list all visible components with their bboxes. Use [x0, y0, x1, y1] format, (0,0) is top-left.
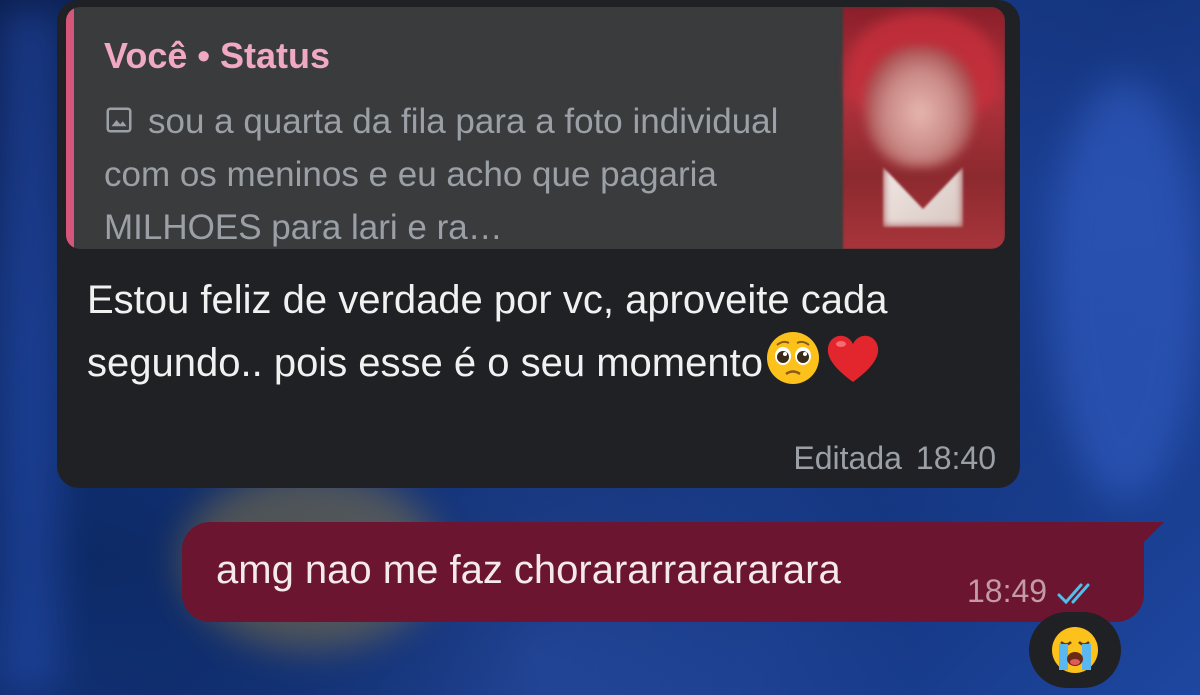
incoming-message-text-block: Estou feliz de verdade por vc, aproveite… — [87, 270, 987, 393]
pleading-face-emoji — [766, 332, 819, 384]
incoming-message-meta: Editada 18:40 — [793, 440, 996, 477]
message-reaction[interactable] — [1029, 612, 1121, 688]
edited-label: Editada — [793, 440, 902, 476]
status-thumbnail[interactable] — [843, 7, 1005, 249]
thumbnail-blur-face — [865, 47, 975, 167]
quote-accent-bar — [66, 7, 74, 249]
quoted-status-reply[interactable]: Você • Status sou a quarta da fila para … — [66, 7, 1005, 249]
quote-text: sou a quarta da fila para a foto individ… — [104, 102, 779, 247]
incoming-message-time: 18:40 — [915, 440, 996, 476]
quote-author: Você • Status — [104, 35, 331, 76]
quote-text-block: sou a quarta da fila para a foto individ… — [104, 95, 834, 249]
outgoing-message-text: amg nao me faz chorararrarararara — [216, 548, 841, 592]
thumbnail-blur-collar — [883, 167, 963, 227]
double-check-read-icon — [1057, 583, 1090, 605]
loudly-crying-face-emoji — [1052, 627, 1098, 673]
outgoing-message-bubble[interactable]: amg nao me faz chorararrarararara 18:49 — [182, 522, 1144, 622]
outgoing-message-time: 18:49 — [967, 573, 1048, 609]
image-icon — [106, 107, 132, 133]
red-heart-emoji — [827, 335, 879, 382]
outgoing-message-meta: 18:49 — [967, 573, 1103, 610]
incoming-message-bubble[interactable]: Você • Status sou a quarta da fila para … — [57, 0, 1020, 488]
